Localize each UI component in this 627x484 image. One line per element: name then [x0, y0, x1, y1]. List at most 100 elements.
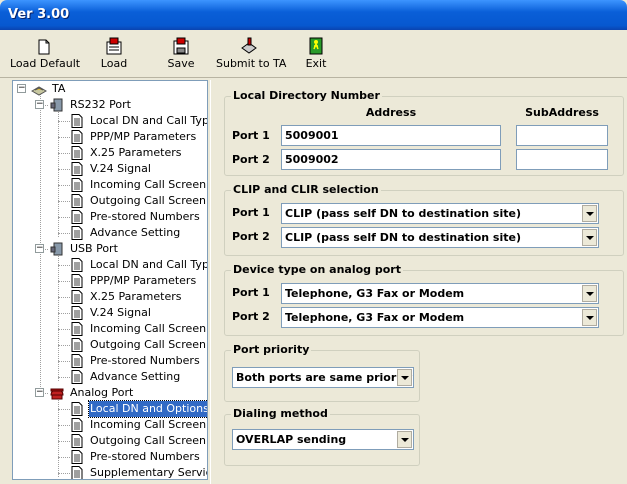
- group-title: CLIP and CLIR selection: [231, 183, 381, 196]
- tree-item[interactable]: Advance Setting: [13, 225, 203, 241]
- document-icon: [71, 146, 83, 160]
- tree-root-ta[interactable]: − TA: [13, 81, 203, 97]
- exit-label: Exit: [305, 57, 327, 70]
- save-label: Save: [167, 57, 195, 70]
- tree-item[interactable]: V.24 Signal: [13, 161, 203, 177]
- tree-item-selected[interactable]: Local DN and Options: [13, 400, 207, 418]
- document-icon: [71, 418, 83, 432]
- dialing-method-select[interactable]: OVERLAP sending: [232, 429, 414, 450]
- tree-group-label: USB Port: [70, 242, 118, 255]
- chevron-down-icon[interactable]: [582, 285, 597, 302]
- port2-address-input[interactable]: 5009002: [281, 149, 501, 170]
- tree-item-label: Pre-stored Numbers: [90, 450, 200, 463]
- tree-group-analog-port[interactable]: − Analog Port: [13, 385, 203, 401]
- tree-item[interactable]: X.25 Parameters: [13, 289, 203, 305]
- load-default-label: Load Default: [10, 57, 81, 70]
- tree-item[interactable]: Pre-stored Numbers: [13, 353, 203, 369]
- document-icon: [71, 130, 83, 144]
- load-button[interactable]: Load: [96, 36, 132, 76]
- submit-to-ta-label: Submit to TA: [216, 57, 287, 70]
- tree-item[interactable]: X.25 Parameters: [13, 145, 203, 161]
- port-icon: [50, 242, 63, 256]
- save-button[interactable]: Save: [163, 36, 199, 76]
- tree-group-label: RS232 Port: [70, 98, 131, 111]
- tree-item[interactable]: Outgoing Call Screen: [13, 433, 206, 449]
- port-icon: [50, 98, 63, 112]
- tree-group-usb-port[interactable]: − USB Port: [13, 241, 203, 257]
- tree-item[interactable]: Incoming Call Screen: [13, 321, 206, 337]
- tree-item-label: PPP/MP Parameters: [90, 130, 197, 143]
- address-header: Address: [365, 106, 417, 119]
- tree-item-label: Incoming Call Screen: [90, 178, 207, 191]
- port1-subaddress-input[interactable]: [516, 125, 608, 146]
- chevron-down-icon[interactable]: [397, 431, 412, 448]
- tree-item-label: Incoming Call Screen: [90, 418, 207, 431]
- port1-clip-select[interactable]: CLIP (pass self DN to destination site): [281, 203, 599, 224]
- port1-address-input[interactable]: 5009001: [281, 125, 501, 146]
- load-default-button[interactable]: Load Default: [10, 36, 81, 76]
- document-icon: [71, 434, 83, 448]
- document-icon: [71, 194, 83, 208]
- modem-icon: [31, 86, 47, 96]
- port2-device-select[interactable]: Telephone, G3 Fax or Modem: [281, 307, 599, 328]
- selected-value: OVERLAP sending: [236, 433, 347, 446]
- document-icon: [71, 258, 83, 272]
- submit-to-ta-button[interactable]: Submit to TA: [216, 36, 287, 76]
- document-icon: [71, 114, 83, 128]
- settings-panel: Local Directory Number Address SubAddres…: [210, 80, 627, 484]
- chevron-down-icon[interactable]: [397, 369, 412, 386]
- tree-group-rs232-port[interactable]: − RS232 Port: [13, 97, 203, 113]
- tree-item-label: X.25 Parameters: [90, 290, 182, 303]
- tree-item-label: Pre-stored Numbers: [90, 210, 200, 223]
- collapse-icon[interactable]: −: [35, 100, 44, 109]
- tree-item[interactable]: V.24 Signal: [13, 305, 203, 321]
- collapse-icon[interactable]: −: [35, 388, 44, 397]
- exit-button[interactable]: Exit: [301, 36, 331, 76]
- document-icon: [71, 290, 83, 304]
- document-icon: [38, 39, 50, 55]
- navigation-tree: − TA − RS232 Port Local DN and Call Type…: [12, 80, 208, 480]
- tree-item-label: X.25 Parameters: [90, 146, 182, 159]
- tree-item[interactable]: Outgoing Call Screen: [13, 193, 206, 209]
- group-title: Device type on analog port: [231, 263, 403, 276]
- port1-device-select[interactable]: Telephone, G3 Fax or Modem: [281, 283, 599, 304]
- clip-clir-group: CLIP and CLIR selection Port 1 Port 2 CL…: [224, 183, 624, 256]
- collapse-icon[interactable]: −: [17, 84, 26, 93]
- tree-item[interactable]: Supplementary Service: [13, 465, 207, 479]
- tree-item[interactable]: PPP/MP Parameters: [13, 129, 203, 145]
- tree-item[interactable]: Incoming Call Screen: [13, 417, 206, 433]
- tree-item-label: Advance Setting: [90, 370, 181, 383]
- port1-label: Port 1: [232, 129, 270, 142]
- tree-item[interactable]: Outgoing Call Screen: [13, 337, 206, 353]
- tree-item[interactable]: Pre-stored Numbers: [13, 449, 203, 465]
- port2-label: Port 2: [232, 310, 270, 323]
- port2-subaddress-input[interactable]: [516, 149, 608, 170]
- document-icon: [71, 466, 83, 479]
- collapse-icon[interactable]: −: [35, 244, 44, 253]
- local-directory-group: Local Directory Number Address SubAddres…: [224, 89, 624, 176]
- tree-item[interactable]: Local DN and Call Type: [13, 113, 207, 129]
- port2-label: Port 2: [232, 230, 270, 243]
- chevron-down-icon[interactable]: [582, 205, 597, 222]
- tree-item[interactable]: Local DN and Call Type: [13, 257, 207, 273]
- tree-item[interactable]: Pre-stored Numbers: [13, 209, 203, 225]
- toolbar: Load Default Load Save Submit to TA Exit: [0, 32, 627, 78]
- chevron-down-icon[interactable]: [582, 229, 597, 246]
- load-icon: [106, 37, 122, 55]
- tree-item-label: PPP/MP Parameters: [90, 274, 197, 287]
- tree-group-label: Analog Port: [70, 386, 134, 399]
- tree-item-label: Incoming Call Screen: [90, 322, 207, 335]
- port2-clip-select[interactable]: CLIP (pass self DN to destination site): [281, 227, 599, 248]
- selected-value: CLIP (pass self DN to destination site): [285, 231, 521, 244]
- tree-item-label: Supplementary Service: [90, 466, 208, 479]
- selected-value: CLIP (pass self DN to destination site): [285, 207, 521, 220]
- tree-item[interactable]: Incoming Call Screen: [13, 177, 206, 193]
- document-icon: [71, 226, 83, 240]
- save-icon: [173, 37, 189, 55]
- document-icon: [71, 450, 83, 464]
- port-priority-select[interactable]: Both ports are same priority: [232, 367, 414, 388]
- tree-item[interactable]: Advance Setting: [13, 369, 203, 385]
- tree-item[interactable]: PPP/MP Parameters: [13, 273, 203, 289]
- port-priority-group: Port priority Both ports are same priori…: [224, 343, 420, 402]
- chevron-down-icon[interactable]: [582, 309, 597, 326]
